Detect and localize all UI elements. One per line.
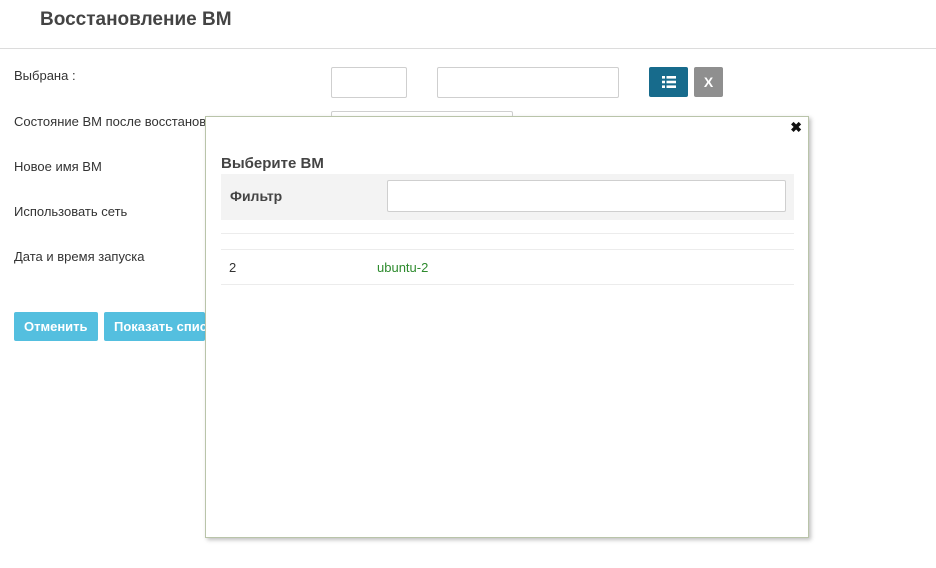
list-icon [661, 76, 676, 88]
filter-input[interactable] [387, 180, 786, 212]
vm-name-link[interactable]: ubuntu-2 [377, 260, 428, 275]
list-header-divider [221, 233, 794, 234]
filter-bar: Фильтр [221, 174, 794, 220]
page-title: Восстановление ВМ [40, 9, 232, 30]
selected-vm-id-input[interactable] [331, 67, 407, 98]
header-divider [0, 48, 936, 49]
vm-id: 2 [229, 260, 237, 275]
launch-datetime-label: Дата и время запуска [14, 249, 145, 264]
modal-title: Выберите ВМ [221, 155, 324, 172]
clear-selection-button[interactable]: X [694, 67, 723, 97]
show-list-button[interactable]: Показать список [104, 312, 205, 341]
filter-label: Фильтр [230, 188, 283, 204]
cancel-button[interactable]: Отменить [14, 312, 98, 341]
new-vm-name-label: Новое имя ВМ [14, 159, 102, 174]
choose-vm-list-button[interactable] [649, 67, 688, 97]
select-vm-modal: ✖ Выберите ВМ Фильтр 2 ubuntu-2 [205, 116, 809, 538]
use-network-label: Использовать сеть [14, 204, 128, 219]
close-icon[interactable]: ✖ [790, 119, 802, 135]
selected-vm-name-input[interactable] [437, 67, 619, 98]
list-divider [221, 284, 794, 285]
vm-row[interactable]: 2 ubuntu-2 [221, 250, 794, 284]
selected-label: Выбрана : [14, 68, 76, 83]
